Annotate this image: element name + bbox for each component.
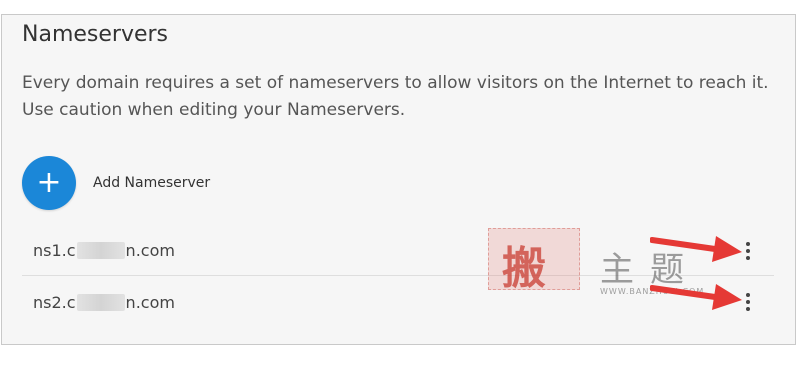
more-options-icon[interactable] [738, 288, 758, 316]
nameserver-suffix: n.com [125, 292, 175, 312]
nameserver-row: ns1.c n.com [22, 226, 774, 276]
nameserver-value: ns1.c n.com [33, 241, 175, 260]
redacted-blur [76, 242, 125, 259]
section-title: Nameservers [22, 22, 169, 47]
plus-icon: + [36, 165, 62, 200]
nameserver-row: ns2.c n.com [22, 277, 774, 327]
section-description: Every domain requires a set of nameserve… [22, 73, 769, 120]
add-nameserver-button[interactable]: + [22, 156, 76, 210]
nameserver-value: ns2.c n.com [33, 293, 175, 312]
nameserver-prefix: ns2.c [33, 292, 76, 312]
nameserver-prefix: ns1.c [33, 241, 76, 260]
nameservers-panel: Nameservers Every domain requires a set … [1, 14, 796, 345]
nameserver-suffix: n.com [125, 241, 175, 260]
more-options-icon[interactable] [738, 237, 758, 265]
add-nameserver-row[interactable]: + Add Nameserver [22, 155, 210, 211]
add-nameserver-label[interactable]: Add Nameserver [93, 175, 210, 191]
redacted-blur [76, 293, 125, 311]
